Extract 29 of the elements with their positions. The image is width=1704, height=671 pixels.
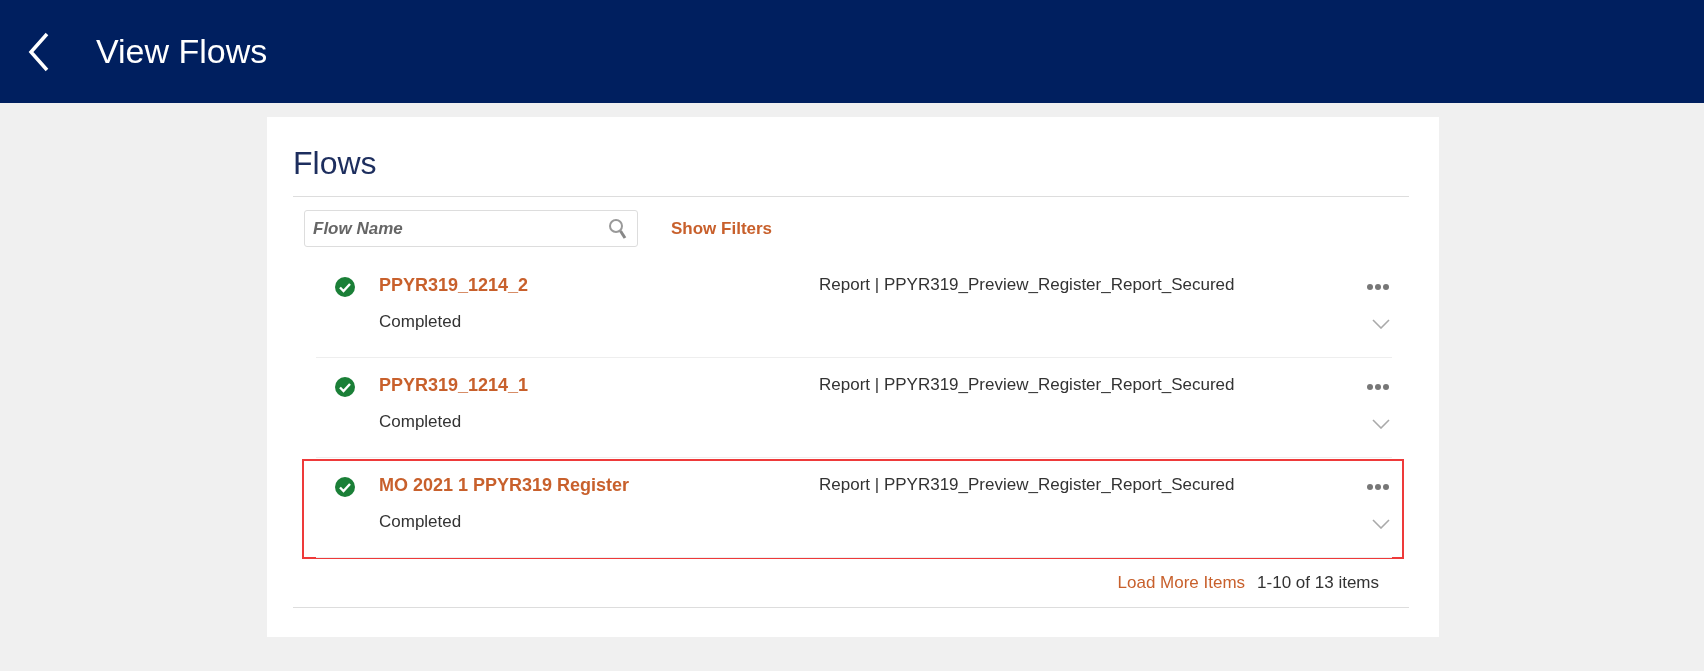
highlighted-flow-row[interactable]: MO 2021 1 PPYR319 Register Completed Report | PPYR319_Preview_Register_Report_Secured [302, 459, 1404, 559]
check-circle-icon [335, 477, 355, 497]
flow-detail: Report | PPYR319_Preview_Register_Report_Secured [819, 475, 1236, 495]
check-circle-icon [335, 277, 355, 297]
more-icon[interactable] [1366, 283, 1390, 291]
flow-name-link[interactable]: PPYR319_1214_1 [379, 375, 819, 396]
panel-title: Flows [293, 145, 378, 182]
flow-detail: Report | PPYR319_Preview_Register_Report_Secured [819, 275, 1236, 295]
page-title: View Flows [96, 32, 268, 71]
flow-name-link[interactable]: PPYR319_1214_2 [379, 275, 819, 296]
flow-detail: Report | PPYR319_Preview_Register_Report_Secured [819, 375, 1236, 395]
load-more-link[interactable]: Load More Items [1117, 573, 1246, 593]
chevron-down-icon[interactable] [1372, 319, 1390, 329]
chevron-down-icon[interactable] [1372, 519, 1390, 529]
flow-row[interactable]: PPYR319_1214_2 Completed Report | PPYR319_Preview_Register_Report_Secured [302, 259, 1404, 359]
show-filters-link[interactable]: Show Filters [671, 218, 773, 239]
flow-row[interactable]: PPYR319_1214_1 Completed Report | PPYR319_Preview_Register_Report_Secured [302, 359, 1404, 459]
flow-status: Completed [379, 412, 463, 432]
more-icon[interactable] [1366, 483, 1390, 491]
search-icon[interactable] [608, 218, 628, 240]
search-field[interactable]: Flow Name [304, 210, 638, 247]
more-icon[interactable] [1366, 383, 1390, 391]
flow-status: Completed [379, 312, 463, 332]
chevron-down-icon[interactable] [1372, 419, 1390, 429]
flow-name-link[interactable]: MO 2021 1 PPYR319 Register [379, 475, 819, 496]
check-circle-icon [335, 377, 355, 397]
flow-status: Completed [379, 512, 463, 532]
back-icon[interactable] [28, 31, 50, 72]
item-count: 1-10 of 13 items [1257, 573, 1379, 593]
